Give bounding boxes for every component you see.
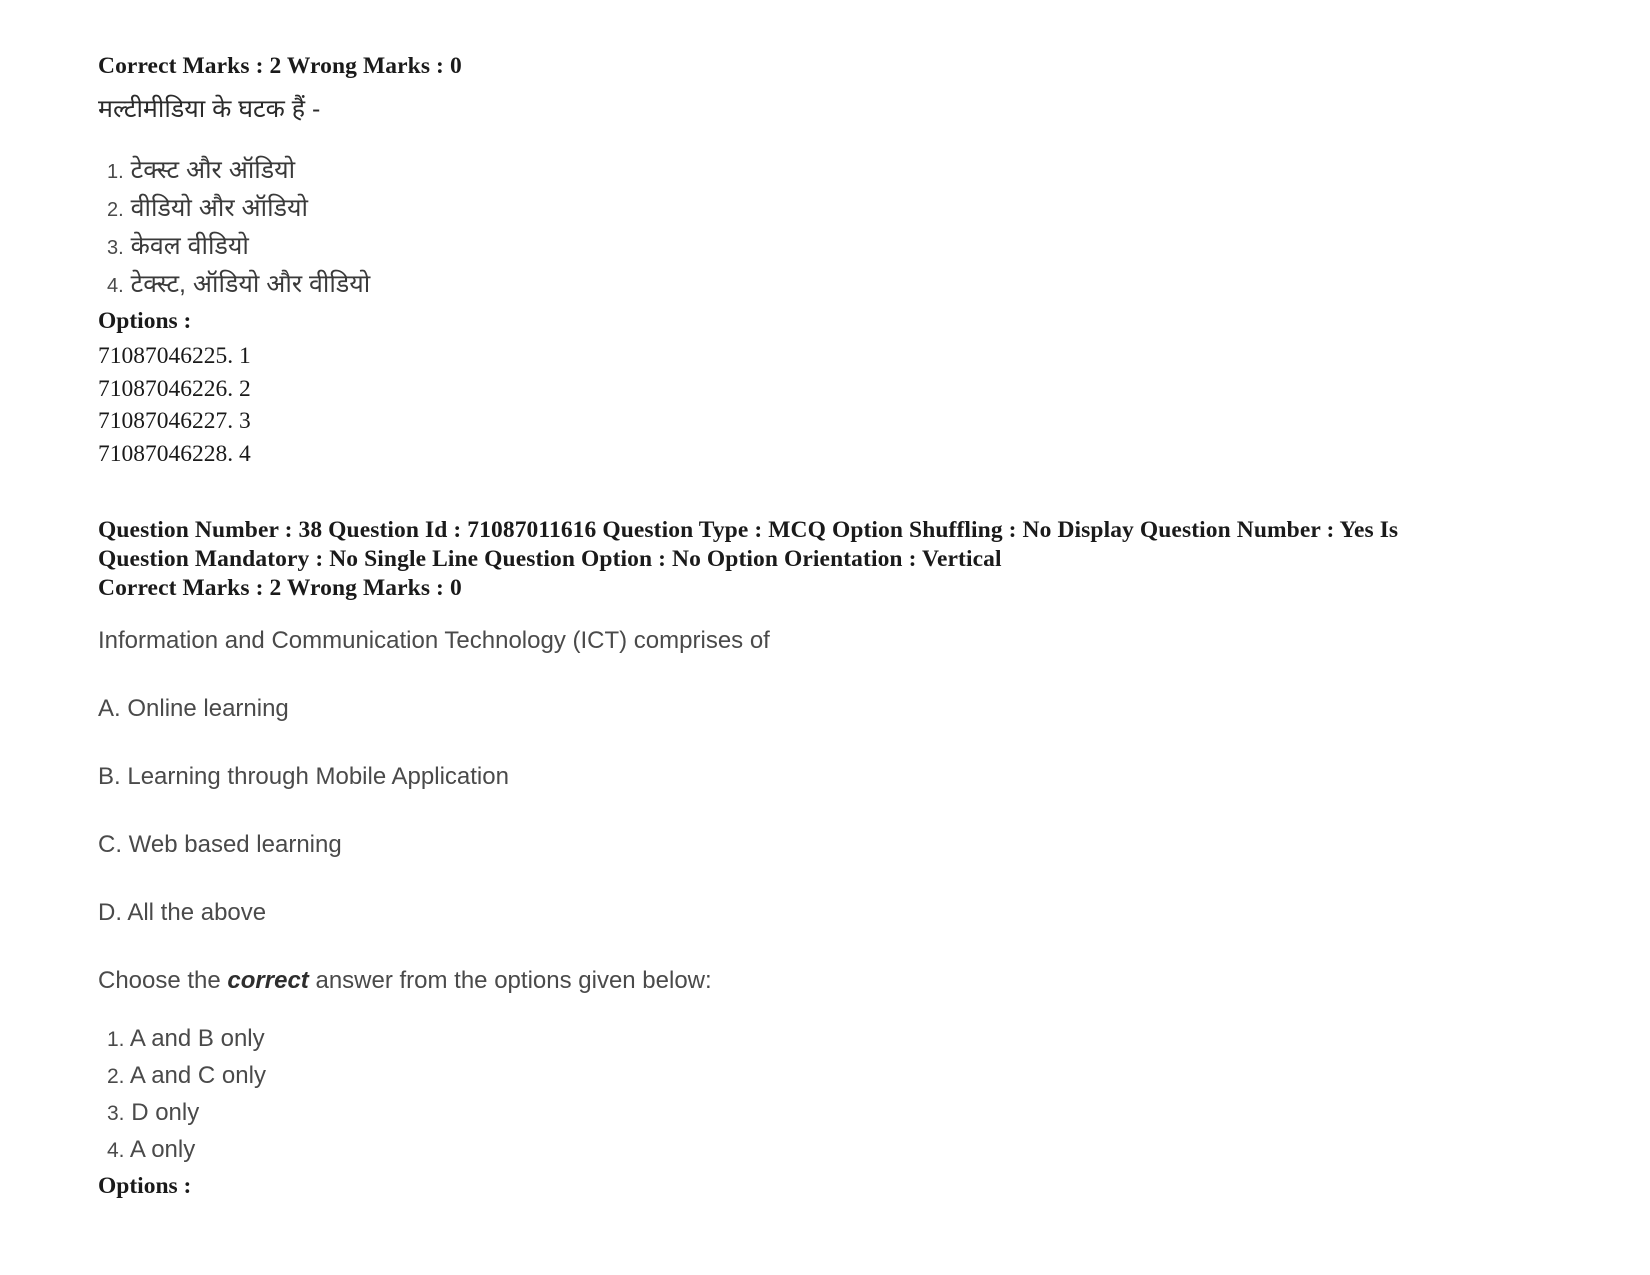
choice-item[interactable]: 4. टेक्स्ट, ऑडियो और वीडियो	[107, 266, 1590, 304]
choice-number: 1.	[107, 161, 124, 183]
option-id-row: 71087046226. 2	[98, 375, 251, 402]
question-38-marks-line: Correct Marks : 2 Wrong Marks : 0	[98, 575, 462, 601]
instruction-prefix: Choose the	[98, 967, 228, 994]
choice-label: टेक्स्ट और ऑडियो	[130, 156, 296, 184]
question-38-block: Question Number : 38 Question Id : 71087…	[98, 516, 1590, 1201]
choice-item[interactable]: 3. केवल वीडियो	[107, 228, 1590, 266]
choice-number: 4.	[107, 1139, 125, 1162]
question-38-meta-line-2: Question Mandatory : No Single Line Ques…	[98, 546, 1002, 572]
choice-label: केवल वीडियो	[130, 232, 249, 260]
choice-label: A and B only	[129, 1025, 265, 1052]
choice-number: 2.	[107, 199, 124, 221]
choice-label: A only	[129, 1136, 196, 1163]
question-37-marks-line: Correct Marks : 2 Wrong Marks : 0	[98, 53, 462, 79]
choice-label: A and C only	[129, 1062, 266, 1089]
question-37-choice-list: 1. टेक्स्ट और ऑडियो 2. वीडियो और ऑडियो 3…	[107, 152, 1590, 304]
choice-number: 3.	[107, 237, 124, 259]
question-38-choice-list: 1. A and B only 2. A and C only 3. D onl…	[107, 1021, 1590, 1169]
question-38-instruction: Choose the correct answer from the optio…	[98, 965, 1590, 997]
question-separator-spacer	[98, 470, 1590, 516]
instruction-emphasis: correct	[227, 967, 309, 994]
choice-item[interactable]: 3. D only	[107, 1095, 1590, 1132]
question-38-item-d: D. All the above	[98, 899, 267, 926]
choice-label: D only	[131, 1099, 200, 1126]
choice-label: टेक्स्ट, ऑडियो और वीडियो	[130, 270, 371, 298]
question-38-meta-line-1: Question Number : 38 Question Id : 71087…	[98, 517, 1399, 543]
question-37-block: Correct Marks : 2 Wrong Marks : 0 मल्टीम…	[98, 52, 1590, 470]
choice-label: वीडियो और ऑडियो	[130, 194, 308, 222]
choice-number: 4.	[107, 275, 124, 297]
question-38-options-label: Options :	[98, 1173, 192, 1199]
option-id-row: 71087046227. 3	[98, 408, 251, 434]
choice-item[interactable]: 4. A only	[107, 1132, 1590, 1169]
exam-paper-page: Correct Marks : 2 Wrong Marks : 0 मल्टीम…	[0, 0, 1650, 1201]
question-38-item-c: C. Web based learning	[98, 831, 342, 858]
instruction-suffix: answer from the options given below:	[308, 967, 712, 994]
choice-item[interactable]: 2. वीडियो और ऑडियो	[107, 190, 1590, 228]
question-37-option-id-list: 71087046225. 1 71087046226. 2 7108704622…	[98, 340, 1590, 470]
question-37-stem: मल्टीमीडिया के घटक हैं -	[98, 95, 321, 123]
question-38-item-a: A. Online learning	[98, 695, 289, 722]
choice-number: 3.	[107, 1102, 125, 1125]
choice-item[interactable]: 1. टेक्स्ट और ऑडियो	[107, 152, 1590, 190]
option-id-row: 71087046225. 1	[98, 343, 251, 369]
choice-number: 1.	[107, 1028, 125, 1051]
question-38-item-b: B. Learning through Mobile Application	[98, 763, 509, 790]
option-id-row: 71087046228. 4	[98, 440, 251, 467]
question-38-stem: Information and Communication Technology…	[98, 627, 770, 654]
choice-item[interactable]: 1. A and B only	[107, 1021, 1590, 1058]
choice-number: 2.	[107, 1065, 125, 1088]
question-37-options-label: Options :	[98, 308, 192, 334]
choice-item[interactable]: 2. A and C only	[107, 1058, 1590, 1095]
